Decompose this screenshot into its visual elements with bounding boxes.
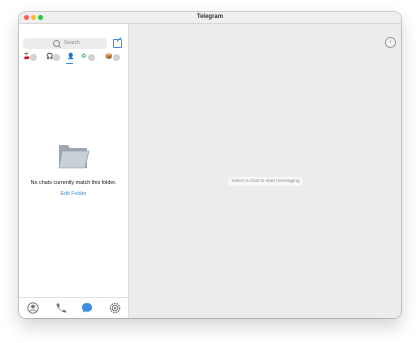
telegram-window: Telegram Search 🍒 🎧 👤 ♻ 📦 No chats curre… [19,12,401,318]
folder-unread-badge [88,54,95,61]
search-placeholder: Search [64,40,80,46]
person-folder-icon: 👤 [67,54,75,60]
contacts-icon[interactable] [27,302,39,314]
chat-content-area: i Select a chat to start messaging [129,24,401,318]
search-icon [53,40,60,47]
chats-icon[interactable] [81,302,93,314]
folder-tab-2[interactable]: 🎧 [46,53,66,65]
compose-icon[interactable] [113,39,122,48]
folder-unread-badge [113,54,120,61]
recycle-folder-icon: ♻ [81,54,87,60]
search-input[interactable]: Search [23,38,107,49]
active-folder-indicator [66,63,73,64]
folder-tab-5[interactable]: 📦 [105,53,125,65]
folder-tab-4[interactable]: ♻ [81,53,101,65]
window-title: Telegram [196,14,224,20]
empty-chat-hint: Select a chat to start messaging [228,177,303,186]
folder-unread-badge [30,54,37,61]
calls-icon[interactable] [54,302,66,314]
title-bar: Telegram [19,12,401,24]
empty-state-message: No chats currently match this folder. [30,180,117,186]
box-folder-icon: 📦 [105,54,113,60]
edit-folder-link[interactable]: Edit Folder [19,191,128,197]
folder-tab-1[interactable]: 🍒 [23,53,43,65]
settings-icon[interactable] [109,302,121,314]
folder-unread-badge [53,54,60,61]
info-icon[interactable]: i [385,37,396,48]
chat-sidebar: Search 🍒 🎧 👤 ♻ 📦 No chats currently matc… [19,24,129,318]
empty-folder-icon [58,145,90,169]
bottom-tab-bar [19,297,128,318]
folder-tabs: 🍒 🎧 👤 ♻ 📦 [23,53,127,67]
